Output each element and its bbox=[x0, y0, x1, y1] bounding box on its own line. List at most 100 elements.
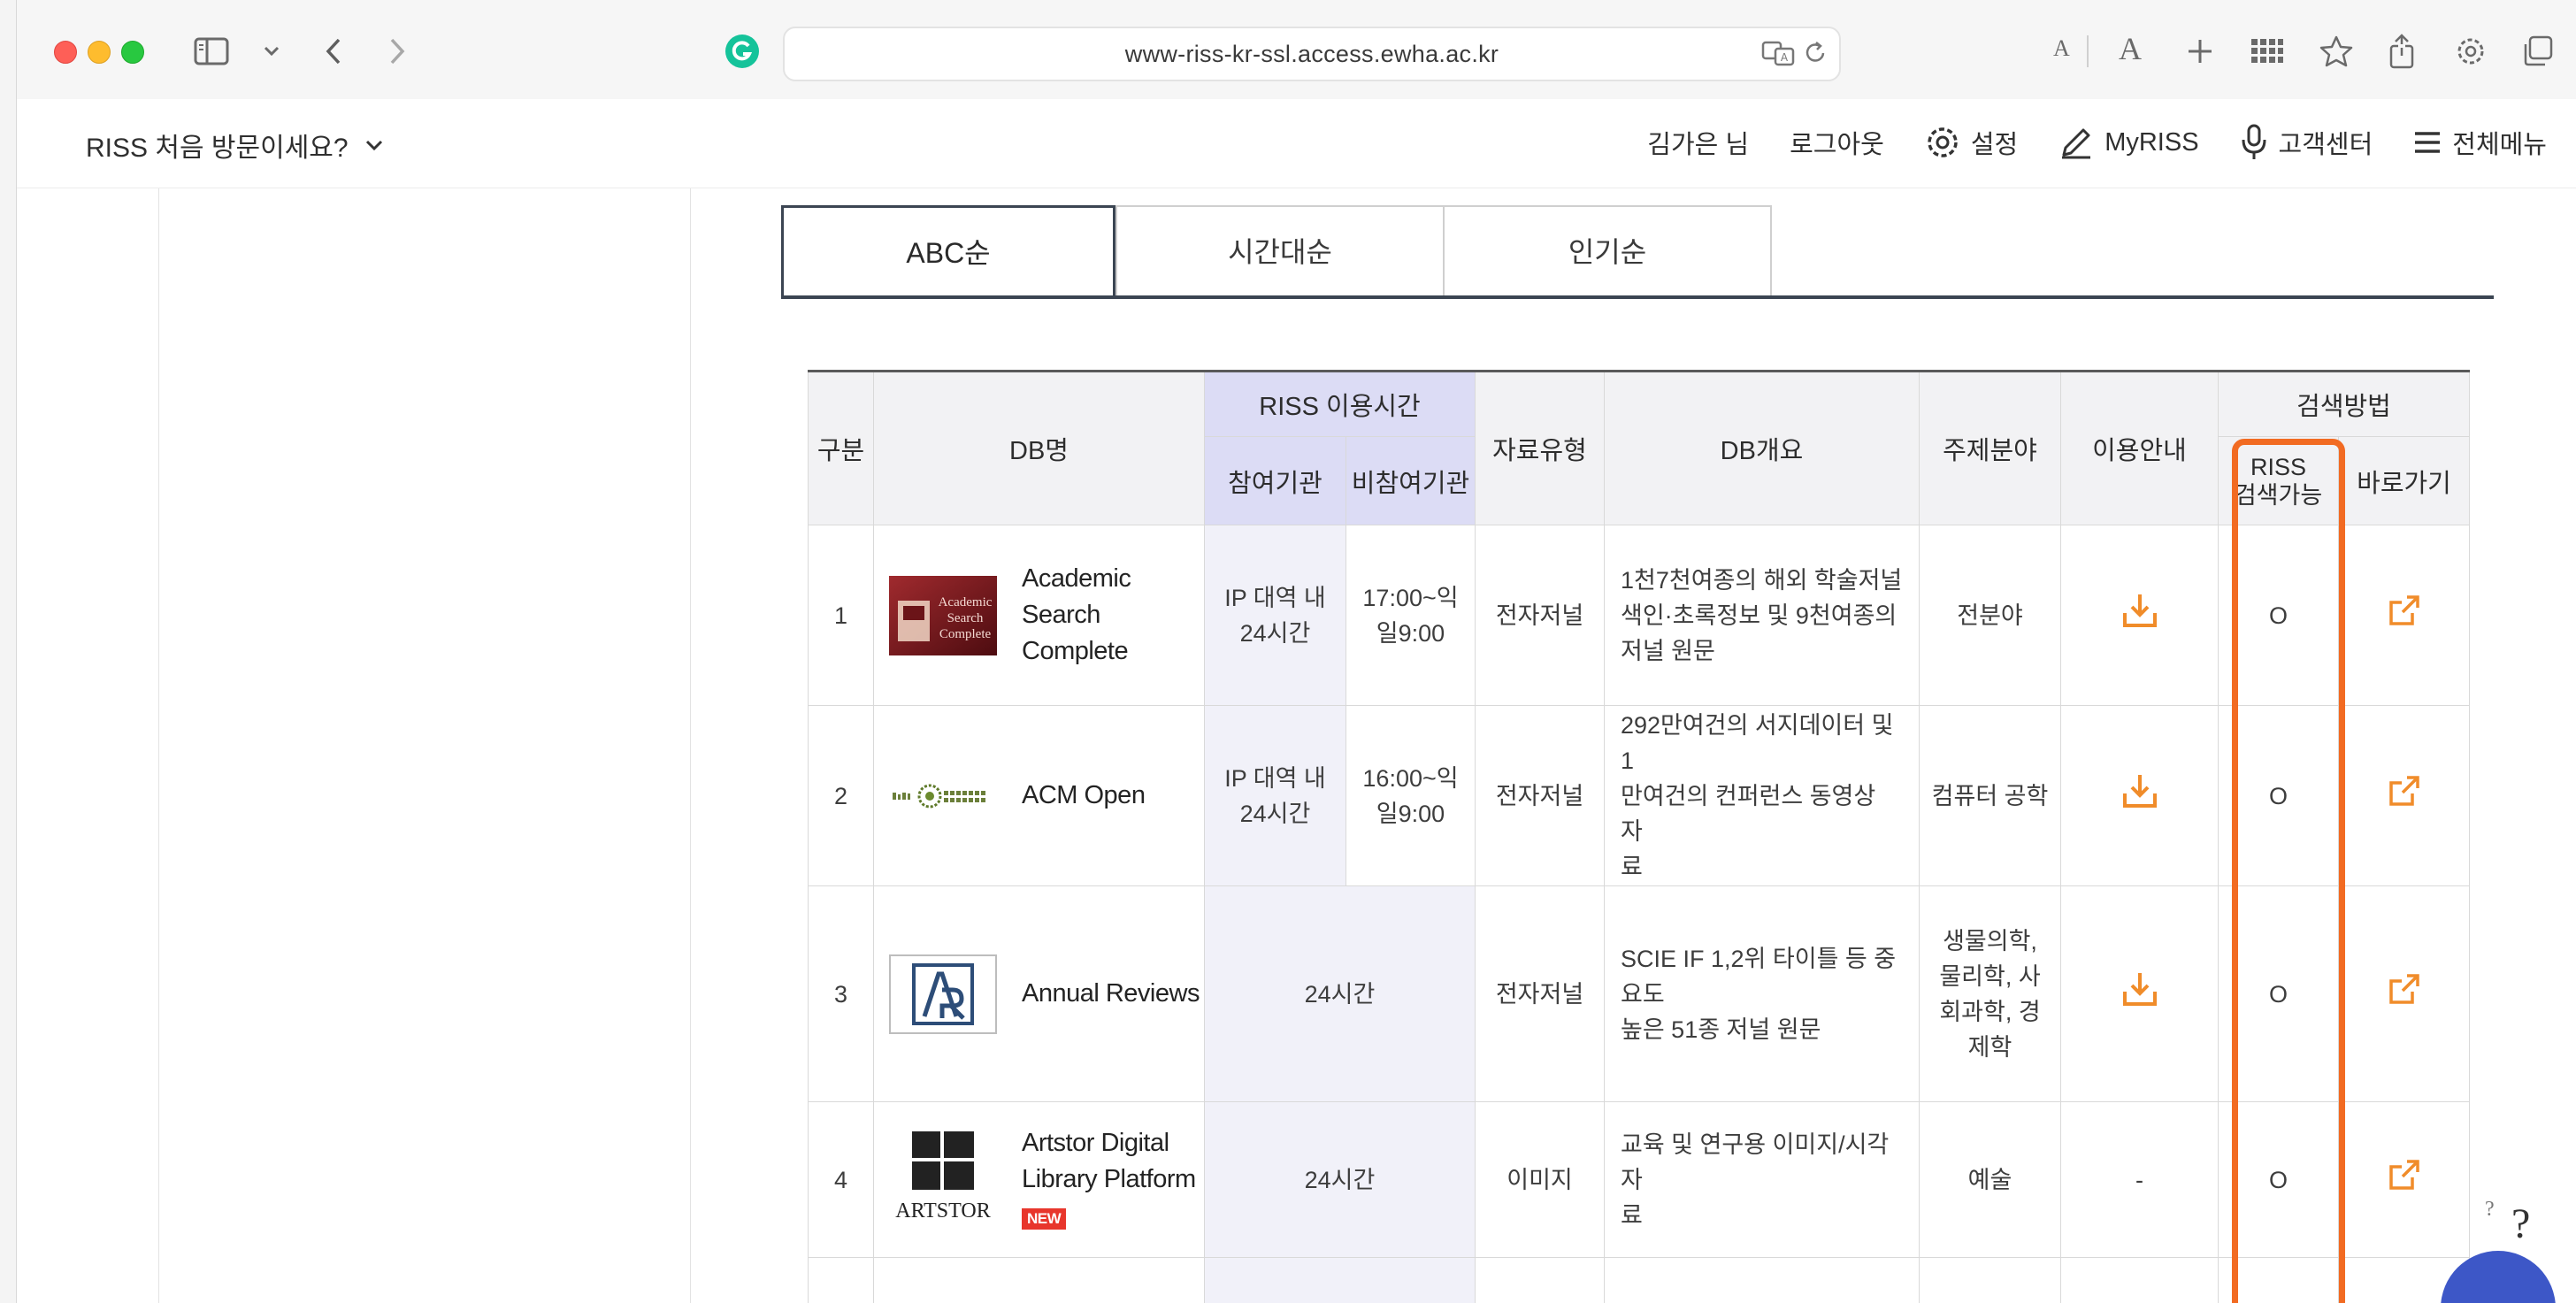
db-name-line: Complete bbox=[1022, 637, 1129, 665]
artstor-logo[interactable]: ARTSTOR bbox=[889, 1131, 997, 1230]
db-overview: 1천7천여종의 해외 학술저널 색인·초록정보 및 9천여종의 저널 원문 bbox=[1604, 525, 1920, 706]
time-line: 24시간 bbox=[1239, 800, 1311, 827]
db-name-link[interactable]: Academic Search Complete bbox=[1022, 561, 1203, 670]
desc-line: 만여건의 컨퍼런스 동영상 자 bbox=[1621, 782, 1876, 845]
translate-icon[interactable]: A bbox=[1761, 40, 1795, 71]
header-riss-searchable-line1: RISS bbox=[2250, 453, 2307, 480]
row-number: 3 bbox=[808, 885, 874, 1102]
riss-searchable: O bbox=[2218, 525, 2339, 706]
grammarly-icon[interactable] bbox=[723, 28, 762, 74]
access-time bbox=[1204, 1257, 1476, 1303]
font-decrease-button[interactable]: A bbox=[2053, 35, 2070, 62]
back-icon[interactable] bbox=[318, 28, 349, 74]
tab-abc-order[interactable]: ABC순 bbox=[781, 205, 1116, 295]
time-line: 24시간 bbox=[1239, 619, 1311, 647]
db-name-link[interactable]: Artstor Digital Library Platform NEW bbox=[1022, 1125, 1196, 1234]
subject-field: 전분야 bbox=[1919, 525, 2061, 706]
new-tab-icon[interactable] bbox=[2182, 28, 2218, 74]
resource-type: 이미지 bbox=[1475, 1101, 1605, 1258]
share-icon[interactable] bbox=[2384, 28, 2419, 74]
first-visit-dropdown[interactable]: RISS 처음 방문이세요? bbox=[86, 126, 384, 165]
zoom-window-button[interactable] bbox=[121, 41, 144, 64]
download-icon[interactable] bbox=[2121, 592, 2158, 629]
acm-digital-library-logo[interactable] bbox=[889, 756, 997, 836]
desc-line: 292만여건의 서지데이터 및 1 bbox=[1621, 711, 1894, 774]
myriss-link[interactable]: MyRISS bbox=[2058, 125, 2199, 160]
all-menu-button[interactable]: 전체메뉴 bbox=[2413, 124, 2547, 161]
support-label: 고객센터 bbox=[2278, 131, 2373, 159]
db-name-cell: Academic Search Complete Academic Search Co… bbox=[873, 525, 1205, 706]
all-menu-label: 전체메뉴 bbox=[2452, 131, 2547, 159]
download-icon[interactable] bbox=[2121, 772, 2158, 809]
shortcut-cell bbox=[2337, 1101, 2471, 1258]
row-number bbox=[808, 1257, 874, 1303]
user-name-label: 김가은 님 bbox=[1647, 131, 1750, 159]
desc-line: 저널 원문 bbox=[1621, 637, 1715, 664]
db-name-cell: ACM Open bbox=[873, 705, 1205, 886]
support-link[interactable]: 고객센터 bbox=[2240, 124, 2373, 161]
subject-line: 제학 bbox=[1967, 1033, 2012, 1061]
help-button[interactable]: ? bbox=[2511, 1200, 2530, 1248]
db-name-link[interactable]: ACM Open bbox=[1022, 778, 1146, 814]
participating-time: IP 대역 내 24시간 bbox=[1204, 705, 1346, 886]
url-text: www-riss-kr-ssl.access.ewha.ac.kr bbox=[1124, 41, 1499, 67]
access-time: 24시간 bbox=[1204, 885, 1476, 1102]
chevron-down-icon[interactable] bbox=[259, 28, 284, 74]
time-line: IP 대역 내 bbox=[1224, 764, 1326, 792]
annual-reviews-logo[interactable] bbox=[889, 954, 997, 1034]
desc-line: 색인·초록정보 및 9천여종의 bbox=[1621, 602, 1898, 629]
shortcut-cell bbox=[2337, 525, 2471, 706]
header-non-participating: 비참여기관 bbox=[1346, 436, 1476, 525]
resource-type: 전자저널 bbox=[1475, 885, 1605, 1102]
guide-cell bbox=[2060, 525, 2219, 706]
close-window-button[interactable] bbox=[54, 41, 77, 64]
gear-icon bbox=[1928, 127, 1958, 157]
font-increase-button[interactable]: A bbox=[2119, 30, 2142, 67]
hamburger-menu-icon bbox=[2415, 132, 2441, 153]
external-link-icon[interactable] bbox=[2388, 594, 2421, 627]
shortcut-cell bbox=[2337, 885, 2471, 1102]
user-name: 김가은 님 bbox=[1647, 124, 1749, 161]
reload-icon[interactable] bbox=[1802, 40, 1828, 71]
db-name-cell bbox=[873, 1257, 1205, 1303]
db-name-line: Library Platform bbox=[1022, 1165, 1196, 1193]
address-bar[interactable]: www-riss-kr-ssl.access.ewha.ac.kr A bbox=[783, 27, 1841, 81]
guide-cell bbox=[2060, 1257, 2219, 1303]
tab-time-order[interactable]: 시간대순 bbox=[1116, 205, 1445, 295]
external-link-icon[interactable] bbox=[2388, 1158, 2421, 1192]
header-category: 구분 bbox=[808, 371, 874, 525]
svg-text:Academic: Academic bbox=[939, 595, 993, 609]
tab-popularity-order[interactable]: 인기순 bbox=[1443, 205, 1772, 295]
subject-field bbox=[1919, 1257, 2061, 1303]
logout-link[interactable]: 로그아웃 bbox=[1790, 124, 1884, 161]
settings-link[interactable]: 설정 bbox=[1925, 124, 2018, 161]
bookmark-star-icon[interactable] bbox=[2317, 28, 2356, 74]
desc-line: 료 bbox=[1621, 853, 1643, 880]
external-link-icon[interactable] bbox=[2388, 774, 2421, 808]
header-participating: 참여기관 bbox=[1204, 436, 1346, 525]
time-line: 일9:00 bbox=[1376, 619, 1445, 647]
download-icon[interactable] bbox=[2121, 970, 2158, 1008]
external-link-icon[interactable] bbox=[2388, 972, 2421, 1006]
shortcut-cell bbox=[2337, 705, 2471, 886]
db-overview: 교육 및 연구용 이미지/시각자 료 bbox=[1604, 1101, 1920, 1258]
sidebar-icon[interactable] bbox=[190, 28, 233, 74]
header-overview: DB개요 bbox=[1604, 371, 1920, 525]
resource-type bbox=[1475, 1257, 1605, 1303]
forward-icon[interactable] bbox=[381, 28, 413, 74]
header-subject: 주제분야 bbox=[1919, 371, 2061, 525]
first-visit-label: RISS 처음 방문이세요? bbox=[86, 134, 349, 163]
desc-line: 료 bbox=[1621, 1201, 1643, 1229]
row-number: 1 bbox=[808, 525, 874, 706]
db-name-line: Academic Search bbox=[1022, 564, 1131, 629]
tabs-overview-icon[interactable] bbox=[2518, 28, 2557, 74]
time-line: 17:00~익 bbox=[1362, 584, 1459, 611]
gear-icon[interactable] bbox=[2451, 28, 2490, 74]
svg-text:Search: Search bbox=[947, 611, 984, 625]
db-name-link[interactable]: Annual Reviews bbox=[1022, 976, 1200, 1012]
subject-field: 컴퓨터 공학 bbox=[1919, 705, 2061, 886]
logout-label: 로그아웃 bbox=[1790, 131, 1884, 159]
apps-grid-icon[interactable] bbox=[2248, 28, 2287, 74]
academic-search-logo[interactable]: Academic Search Complete bbox=[889, 575, 997, 655]
minimize-window-button[interactable] bbox=[88, 41, 111, 64]
